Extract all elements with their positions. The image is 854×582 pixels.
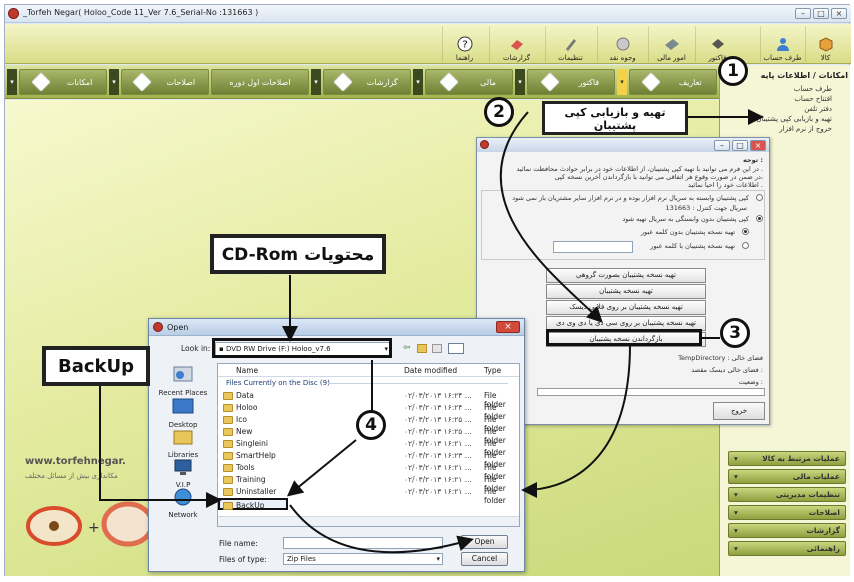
step-number-1: 1 [718,56,748,86]
callout-backup-folder: BackUp [42,346,150,386]
step-number-3: 3 [720,318,750,348]
arrow-4 [286,439,357,497]
callout-backup-restore: تهیه و بازیابی کپی پشتیبان [542,101,688,135]
arrow-3-to-open [521,344,631,498]
step-number-2: 2 [484,97,514,127]
highlight-restore-button [546,329,702,346]
arrow-2-to-dialog [499,111,603,323]
arrow-to-open-button [289,504,474,554]
step-number-4: 4 [356,410,386,440]
highlight-look-in [212,338,392,358]
annotation-arrows [99,71,764,554]
callout-cdrom-contents: CD-Rom محتویات [210,234,386,274]
